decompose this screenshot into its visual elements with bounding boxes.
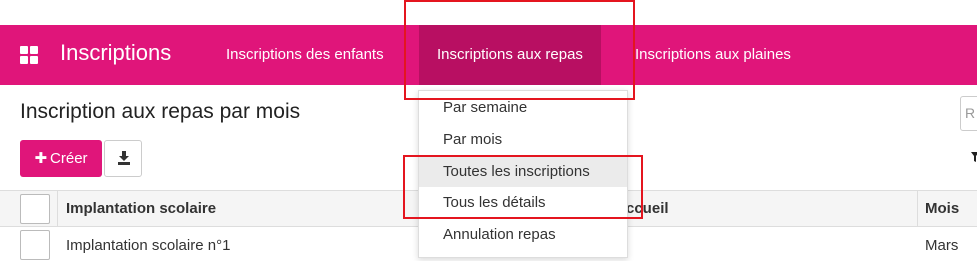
column-header-accueil[interactable]: ccueil — [626, 200, 669, 217]
dropdown-item-tous-details[interactable]: Tous les détails — [419, 187, 627, 218]
repas-dropdown-menu: Par semaine Par mois Toutes les inscript… — [418, 90, 628, 258]
nav-item-inscriptions-repas[interactable]: Inscriptions aux repas — [419, 25, 601, 85]
nav-item-inscriptions-plaines[interactable]: Inscriptions aux plaines — [617, 25, 809, 85]
create-button[interactable]: ✚ Créer — [20, 140, 102, 177]
create-button-label: Créer — [50, 150, 88, 167]
column-header-mois[interactable]: Mois — [925, 200, 959, 217]
row-month: Mars — [925, 237, 959, 254]
dropdown-item-annulation-repas[interactable]: Annulation repas — [419, 219, 627, 250]
top-navbar: Inscriptions Inscriptions des enfants In… — [0, 25, 977, 85]
dropdown-item-toutes-inscriptions[interactable]: Toutes les inscriptions — [419, 156, 627, 187]
row-school: Implantation scolaire n°1 — [66, 237, 231, 254]
download-icon — [118, 151, 130, 165]
plus-icon: ✚ — [34, 150, 48, 167]
grid-icon[interactable] — [20, 46, 38, 64]
page-title: Inscription aux repas par mois — [20, 100, 301, 123]
select-all-checkbox[interactable] — [20, 194, 50, 224]
download-button[interactable] — [104, 140, 142, 177]
app-brand[interactable]: Inscriptions — [60, 40, 171, 66]
column-header-implantation[interactable]: Implantation scolaire — [66, 200, 216, 217]
dropdown-item-par-mois[interactable]: Par mois — [419, 124, 627, 155]
row-checkbox[interactable] — [20, 230, 50, 260]
search-input[interactable]: R — [960, 96, 977, 131]
nav-item-inscriptions-enfants[interactable]: Inscriptions des enfants — [208, 25, 402, 85]
filter-icon[interactable] — [971, 152, 977, 162]
dropdown-item-par-semaine[interactable]: Par semaine — [419, 92, 627, 123]
